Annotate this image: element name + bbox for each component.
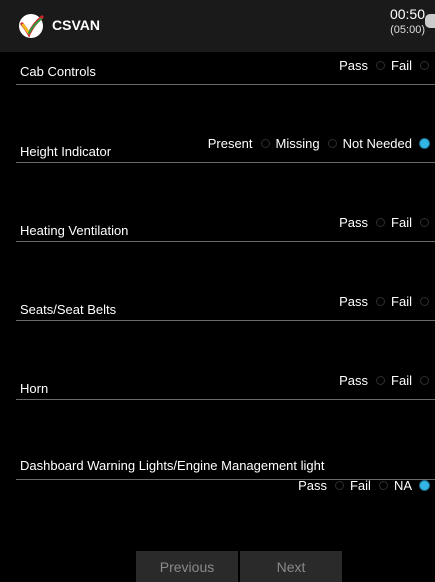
item-label: Horn	[20, 381, 49, 396]
app-header: CSVAN 00:50 (05:00)	[0, 0, 435, 52]
option-present[interactable]: Present	[208, 136, 270, 151]
item-label: Height Indicator	[20, 144, 112, 159]
option-na[interactable]: NA	[394, 478, 429, 493]
option-pass[interactable]: Pass	[298, 478, 344, 493]
elapsed-time: 00:50	[389, 6, 425, 22]
next-button[interactable]: Next	[240, 551, 342, 582]
radio-button[interactable]	[376, 218, 386, 227]
option-fail[interactable]: Fail	[391, 215, 429, 230]
radio-button[interactable]	[420, 218, 429, 227]
checklist-row: Dashboard Warning Lights/Engine Manageme…	[0, 450, 435, 500]
timer: 00:50 (05:00)	[390, 6, 425, 36]
option-pass[interactable]: Pass	[339, 294, 386, 309]
radio-button[interactable]	[420, 297, 429, 306]
option-label: Pass	[298, 478, 327, 493]
lightbulb-icon	[425, 14, 435, 28]
checklist-row: Height Indicator Present Missing Not Nee…	[0, 130, 435, 166]
divider	[16, 162, 435, 163]
option-pass[interactable]: Pass	[339, 373, 386, 388]
option-label: Not Needed	[342, 136, 412, 151]
divider	[16, 320, 435, 321]
option-fail[interactable]: Fail	[350, 478, 388, 493]
radio-button[interactable]	[420, 376, 429, 385]
option-missing[interactable]: Missing	[276, 136, 337, 151]
option-pass[interactable]: Pass	[339, 215, 386, 230]
checklist-row: Heating Ventilation Pass Fail	[0, 209, 435, 245]
radio-button[interactable]	[376, 297, 386, 306]
options-group: Pass Fail	[333, 58, 429, 73]
option-fail[interactable]: Fail	[391, 294, 429, 309]
radio-button[interactable]	[327, 139, 337, 148]
item-label: Seats/Seat Belts	[20, 302, 117, 317]
radio-button[interactable]	[260, 139, 270, 148]
option-label: Pass	[339, 58, 369, 73]
option-label: Present	[207, 136, 253, 151]
item-label: Cab Controls	[20, 64, 96, 79]
option-fail[interactable]: Fail	[391, 58, 429, 73]
option-label: NA	[393, 478, 412, 493]
options-group: Pass Fail	[333, 294, 429, 309]
total-time: (05:00)	[390, 24, 425, 36]
divider	[16, 241, 435, 242]
option-fail[interactable]: Fail	[391, 373, 429, 388]
radio-button-selected[interactable]	[420, 139, 429, 148]
checklist-row: Seats/Seat Belts Pass Fail	[0, 288, 435, 324]
checkmark-logo-icon	[19, 14, 44, 38]
divider	[16, 399, 435, 400]
option-pass[interactable]: Pass	[339, 58, 386, 73]
option-label: Fail	[391, 58, 412, 73]
option-not-needed[interactable]: Not Needed	[343, 136, 429, 151]
item-label: Dashboard Warning Lights/Engine Manageme…	[20, 458, 325, 473]
radio-button[interactable]	[420, 61, 429, 70]
navigation-bar: Previous Next	[136, 551, 342, 582]
radio-button[interactable]	[334, 481, 344, 490]
options-group: Pass Fail	[333, 373, 429, 388]
options-group: Present Missing Not Needed	[202, 136, 429, 151]
radio-button[interactable]	[376, 376, 386, 385]
options-group: Pass Fail	[333, 215, 429, 230]
option-label: Pass	[339, 373, 369, 388]
radio-button-selected[interactable]	[420, 481, 429, 490]
radio-button[interactable]	[378, 481, 388, 490]
option-label: Fail	[391, 294, 412, 309]
item-label: Heating Ventilation	[20, 223, 129, 238]
previous-button[interactable]: Previous	[136, 551, 238, 582]
radio-button[interactable]	[376, 61, 386, 70]
option-label: Pass	[339, 215, 369, 230]
options-group: Pass Fail NA	[292, 478, 429, 493]
checklist-row: Cab Controls Pass Fail	[0, 52, 435, 88]
option-label: Missing	[275, 136, 320, 151]
app-title: CSVAN	[52, 17, 100, 33]
divider	[16, 84, 435, 85]
checklist-row: Horn Pass Fail	[0, 367, 435, 403]
option-label: Fail	[391, 373, 412, 388]
option-label: Fail	[349, 478, 371, 493]
option-label: Pass	[339, 294, 369, 309]
option-label: Fail	[391, 215, 412, 230]
